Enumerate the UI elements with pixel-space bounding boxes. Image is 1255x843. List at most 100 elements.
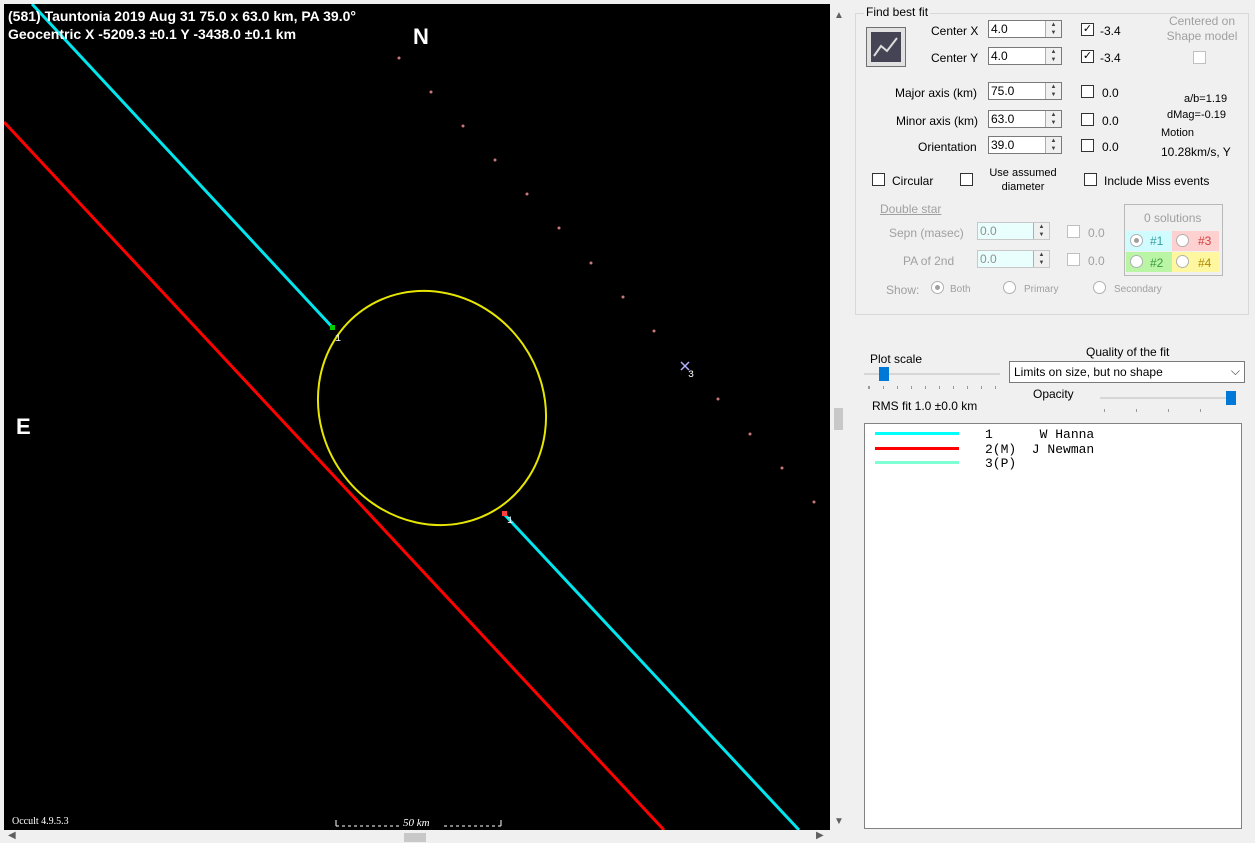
chevron-down-icon: ⌵ [1230,364,1240,378]
show-secondary-radio[interactable] [1093,281,1106,294]
chord-label-1b: 1 [507,516,514,527]
show-primary-label: Primary [1024,284,1059,295]
plot-horizontal-scrollbar[interactable]: ◀ ▶ [0,830,847,843]
quality-dropdown[interactable]: Limits on size, but no shape ⌵ [1009,361,1245,383]
center-y-spinner[interactable]: 4.0 ▲ ▼ [988,47,1062,65]
solution-4-radio[interactable] [1176,255,1189,268]
plot-scale-slider[interactable] [864,366,1000,396]
spin-up-icon[interactable]: ▲ [1046,111,1061,119]
horizontal-scroll-thumb[interactable] [404,833,426,842]
plot-canvas [4,4,816,830]
orientation-spinner[interactable]: 39.0 ▲ ▼ [988,136,1062,154]
show-both-radio[interactable] [931,281,944,294]
opacity-label: Opacity [1033,387,1074,401]
legend-line-2 [875,447,959,450]
pa2-spinner[interactable]: 0.0 ▲ ▼ [977,250,1050,268]
scroll-down-icon[interactable]: ▼ [834,816,844,827]
spin-down-icon[interactable]: ▼ [1034,259,1049,267]
orientation-checkbox[interactable] [1081,139,1094,152]
spin-up-icon[interactable]: ▲ [1034,251,1049,259]
solution-3-cell[interactable]: #3 [1172,231,1219,251]
center-y-checkbox[interactable]: ✓ [1081,50,1094,63]
orientation-check-value: 0.0 [1102,140,1119,154]
spin-down-icon[interactable]: ▼ [1034,231,1049,239]
center-y-check-value: -3.4 [1100,51,1121,65]
motion-label: Motion [1161,127,1195,139]
spin-up-icon[interactable]: ▲ [1046,83,1061,91]
show-primary-radio[interactable] [1003,281,1016,294]
include-miss-events-checkbox[interactable] [1084,173,1097,186]
spin-up-icon[interactable]: ▲ [1046,48,1061,56]
major-axis-label: Major axis (km) [895,86,978,100]
plot-scale-label: Plot scale [870,352,923,366]
center-y-label: Center Y [931,51,979,65]
spin-up-icon[interactable]: ▲ [1046,137,1061,145]
major-axis-checkbox[interactable] [1081,85,1094,98]
plot-scale-thumb[interactable] [879,367,889,381]
chord-label-1a: 1 [335,334,342,345]
sepn-spinner[interactable]: 0.0 ▲ ▼ [977,222,1050,240]
opacity-slider[interactable] [1100,390,1236,414]
solution-1-cell[interactable]: #1 [1126,231,1172,251]
sepn-check-value: 0.0 [1088,226,1105,240]
motion-value: 10.28km/s, Y [1161,145,1231,159]
center-x-check-value: -3.4 [1100,24,1121,38]
asteroid-ellipse [316,289,548,527]
plot-vertical-scrollbar[interactable]: ▲ ▼ [830,4,847,830]
scroll-right-icon[interactable]: ▶ [816,830,824,841]
legend-line-1 [875,432,959,435]
show-secondary-label: Secondary [1114,284,1162,295]
version-label: Occult 4.9.5.3 [12,816,69,827]
solution-4-cell[interactable]: #4 [1172,252,1219,272]
find-best-fit-button[interactable] [866,27,906,67]
miss-chord-3-dots [397,56,816,504]
center-x-label: Center X [931,24,979,38]
center-x-spinner[interactable]: 4.0 ▲ ▼ [988,20,1062,38]
rms-fit: RMS fit 1.0 ±0.0 km [872,399,978,413]
vertical-scroll-thumb[interactable] [834,408,843,430]
quality-value: Limits on size, but no shape [1014,365,1163,379]
opacity-thumb[interactable] [1226,391,1236,405]
spin-up-icon[interactable]: ▲ [1046,21,1061,29]
scale-label: 50 km [403,817,430,829]
center-x-value: 4.0 [991,22,1008,36]
sepn-checkbox[interactable] [1067,225,1080,238]
center-x-checkbox[interactable]: ✓ [1081,23,1094,36]
solution-2-cell[interactable]: #2 [1126,252,1172,272]
orientation-label: Orientation [918,140,977,154]
spin-down-icon[interactable]: ▼ [1046,91,1061,99]
minor-axis-checkbox[interactable] [1081,113,1094,126]
sepn-value: 0.0 [980,224,997,238]
minor-axis-label: Minor axis (km) [896,114,979,128]
solution-2-radio[interactable] [1130,255,1143,268]
solution-1-radio[interactable] [1130,234,1143,247]
centered-on-shape-checkbox[interactable] [1193,51,1206,64]
chord-1-line-lower [502,512,801,830]
show-label: Show: [886,283,920,297]
dmag: dMag=-0.19 [1167,109,1227,121]
solution-1-label: #1 [1150,234,1164,248]
orientation-value: 39.0 [991,138,1015,152]
spin-down-icon[interactable]: ▼ [1046,145,1061,153]
chord-1-line [30,4,336,331]
scroll-left-icon[interactable]: ◀ [8,830,16,841]
spin-down-icon[interactable]: ▼ [1046,29,1061,37]
scroll-up-icon[interactable]: ▲ [834,10,844,21]
solution-3-radio[interactable] [1176,234,1189,247]
minor-axis-spinner[interactable]: 63.0 ▲ ▼ [988,110,1062,128]
circular-checkbox[interactable] [872,173,885,186]
legend-entry-3: 3(P) [985,456,1017,471]
spin-up-icon[interactable]: ▲ [1034,223,1049,231]
major-axis-spinner[interactable]: 75.0 ▲ ▼ [988,82,1062,100]
pa2-checkbox[interactable] [1067,253,1080,266]
pa2-check-value: 0.0 [1088,254,1105,268]
use-assumed-diameter-checkbox[interactable] [960,173,973,186]
occultation-plot[interactable]: (581) Tauntonia 2019 Aug 31 75.0 x 63.0 … [4,4,830,830]
find-best-fit-label: Find best fit [864,5,931,19]
major-axis-check-value: 0.0 [1102,86,1119,100]
chord-2-line [4,120,666,830]
spin-down-icon[interactable]: ▼ [1046,119,1061,127]
quality-label: Quality of the fit [1086,345,1170,359]
chart-icon [871,32,901,62]
spin-down-icon[interactable]: ▼ [1046,56,1061,64]
